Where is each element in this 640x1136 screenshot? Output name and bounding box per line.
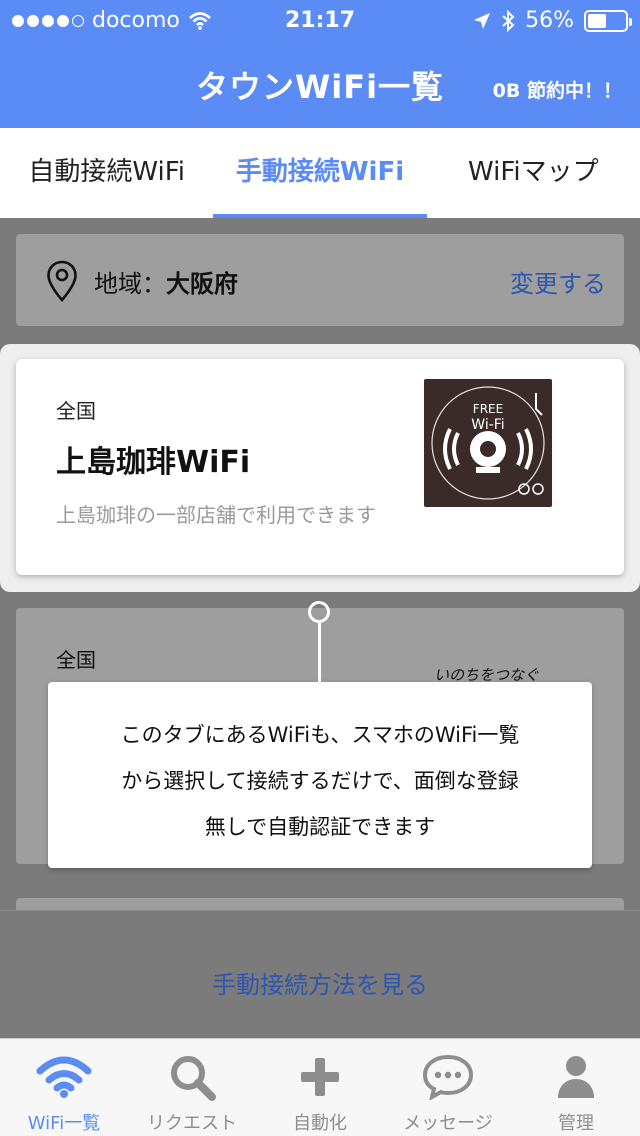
tabbar-item-message[interactable]: メッセージ <box>384 1039 512 1136</box>
wifi-area: 全国 <box>56 648 96 672</box>
saving-counter: 0B 節約中！！ <box>492 80 622 102</box>
region-label: 地域：大阪府 <box>94 270 238 298</box>
location-pin-icon <box>47 260 77 302</box>
status-bar: docomo 21:17 56% <box>0 0 640 40</box>
tab-manual-wifi[interactable]: 手動接続WiFi <box>213 128 427 218</box>
tabbar-label: メッセージ <box>403 1113 493 1134</box>
tabbar-item-manage[interactable]: 管理 <box>512 1039 640 1136</box>
tabbar-label: 管理 <box>558 1113 594 1134</box>
wifi-card[interactable]: 全国 上島珈琲WiFi 上島珈琲の一部店舗で利用できます FREE Wi-Fi <box>16 359 624 575</box>
bluetooth-icon <box>502 9 515 32</box>
battery-percent: 56% <box>525 8 574 33</box>
wifi-area: 全国 <box>56 399 96 423</box>
tooltip-line: このタブにあるWiFiも、スマホのWiFi一覧 <box>120 723 520 747</box>
change-region-link[interactable]: 変更する <box>510 264 606 299</box>
location-arrow-icon <box>474 12 491 29</box>
search-icon <box>171 1056 216 1101</box>
svg-text:Wi-Fi: Wi-Fi <box>471 417 504 433</box>
tab-wifi-map[interactable]: WiFiマップ <box>427 128 640 218</box>
chat-bubble-icon <box>422 1054 474 1100</box>
tabbar-item-automation[interactable]: 自動化 <box>256 1039 384 1136</box>
region-selector: 地域：大阪府 変更する <box>16 234 624 326</box>
tooltip-anchor-dot <box>308 601 330 623</box>
howto-bar: 手動接続方法を見る <box>0 910 640 1038</box>
status-right: 56% <box>473 8 632 33</box>
wifi-description: 上島珈琲の一部店舗で利用できます <box>56 503 376 527</box>
plus-icon <box>301 1058 339 1096</box>
tabbar-label: WiFi一覧 <box>27 1113 101 1134</box>
wifi-name: 上島珈琲WiFi <box>56 445 251 480</box>
tooltip-line: から選択して接続するだけで、面倒な登録 <box>121 769 519 793</box>
tabbar-label: 自動化 <box>293 1113 347 1134</box>
wifi-list: 地域：大阪府 変更する 全国 上島珈琲WiFi 上島珈琲の一部店舗で利用できます… <box>0 218 640 1038</box>
tabbar-item-request[interactable]: リクエスト <box>128 1039 256 1136</box>
nav-header: docomo 21:17 56% タウンWiFi一覧 0B 節約中！！ <box>0 0 640 128</box>
tutorial-tooltip[interactable]: このタブにあるWiFiも、スマホのWiFi一覧 から選択して接続するだけで、面倒… <box>48 682 592 868</box>
wifi-provider-logo: FREE Wi-Fi <box>424 379 552 507</box>
tab-auto-wifi[interactable]: 自動接続WiFi <box>0 128 213 218</box>
battery-icon <box>584 9 632 32</box>
person-icon <box>558 1056 594 1098</box>
howto-link[interactable]: 手動接続方法を見る <box>0 965 640 1000</box>
tab-bar-top: 自動接続WiFi 手動接続WiFi WiFiマップ <box>0 128 640 218</box>
wifi-icon <box>36 1056 92 1098</box>
tab-bar-bottom: WiFi一覧 リクエスト 自動化 メッセージ 管理 <box>0 1038 640 1136</box>
tooltip-line: 無しで自動認証できます <box>204 815 436 839</box>
battery-fill <box>588 13 607 28</box>
region-value: 大阪府 <box>166 270 238 298</box>
svg-text:FREE: FREE <box>473 402 503 416</box>
tabbar-item-wifi-list[interactable]: WiFi一覧 <box>0 1039 128 1136</box>
tabbar-label: リクエスト <box>147 1113 237 1134</box>
tooltip-connector-line <box>318 623 321 683</box>
